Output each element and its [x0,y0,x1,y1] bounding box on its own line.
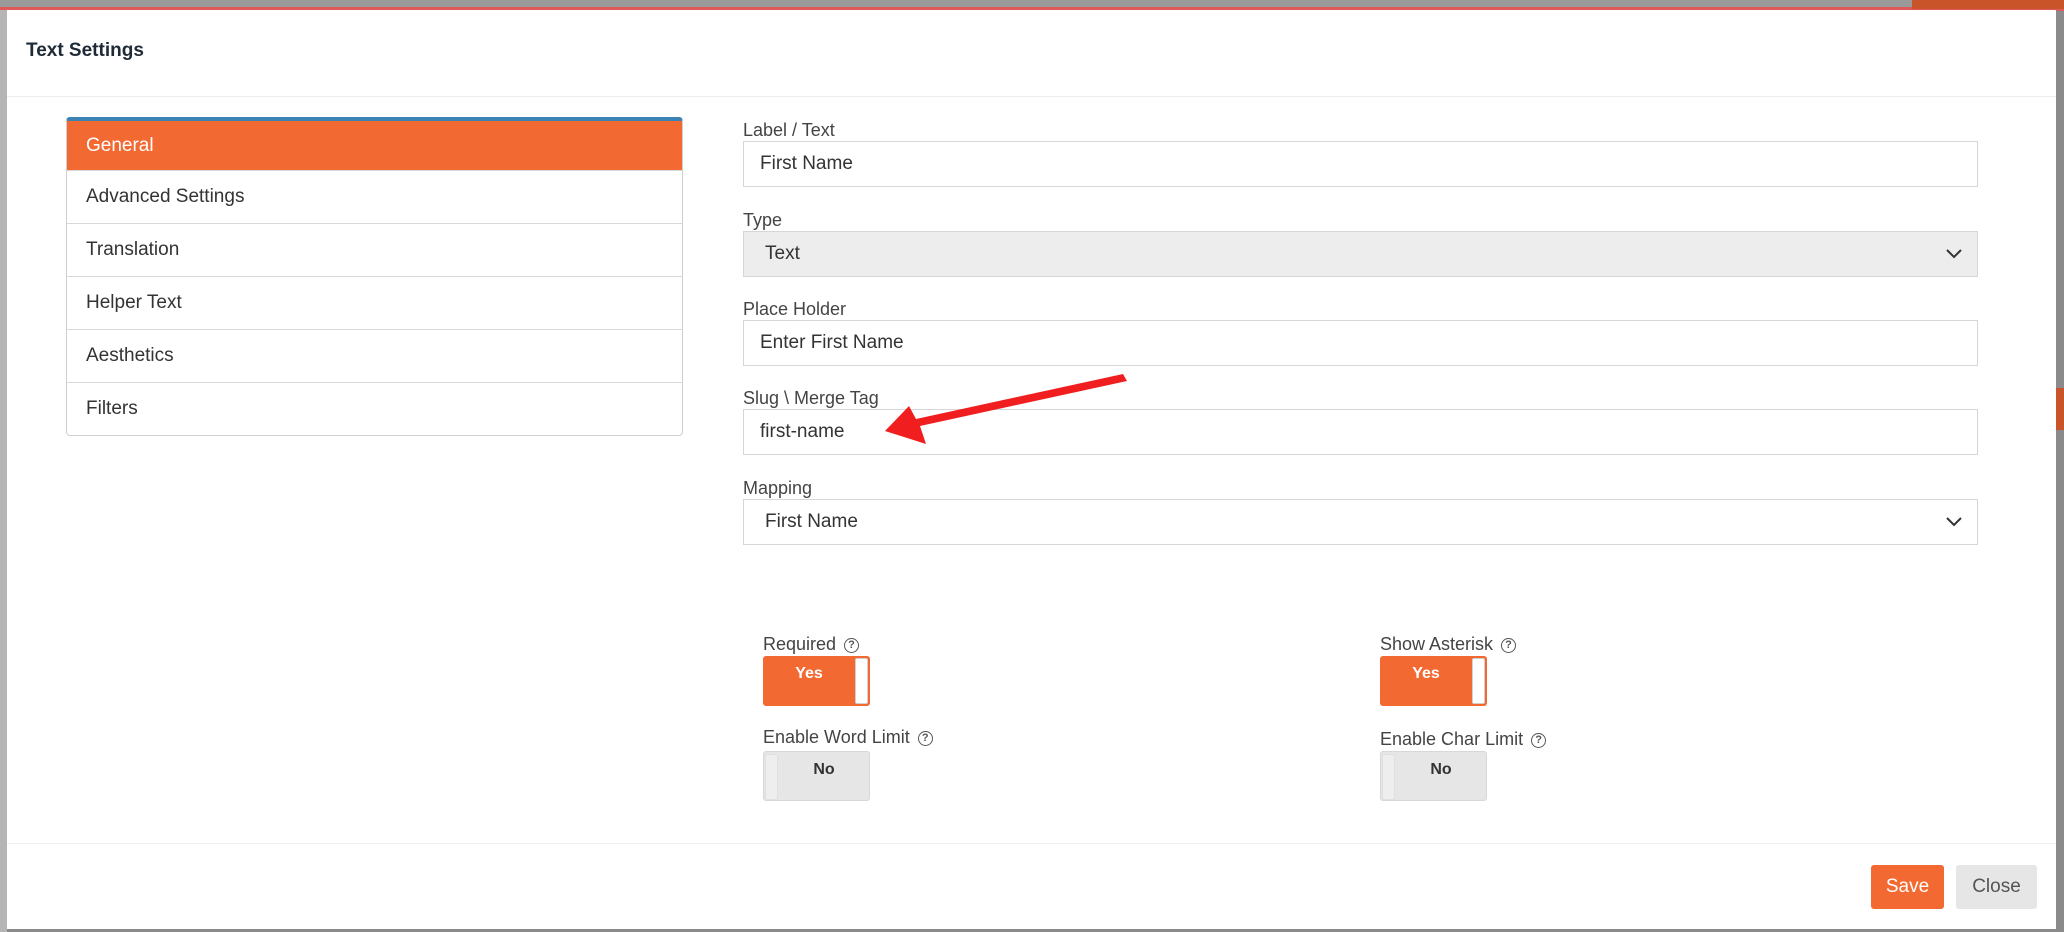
save-button[interactable]: Save [1871,865,1944,909]
placeholder-input[interactable]: Enter First Name [743,320,1978,366]
toggle-knob [1382,754,1395,800]
chevron-down-icon [1946,249,1962,259]
label-text-input[interactable]: First Name [743,141,1978,187]
background-orange-edge [2056,388,2064,430]
toggle-knob [765,754,778,800]
char-limit-toggle-value: No [1430,761,1452,778]
word-limit-toggle[interactable]: No [763,751,870,801]
required-toggle[interactable]: Yes [763,656,870,706]
word-limit-label-text: Enable Word Limit [763,727,910,747]
type-select[interactable]: Text [743,231,1978,277]
label-text-label: Label / Text [743,120,835,140]
char-limit-label-text: Enable Char Limit [1380,729,1524,749]
background-left-strip [0,10,7,932]
required-label: Required? [763,634,860,655]
modal-title: Text Settings [26,40,144,61]
chevron-down-icon [1946,517,1962,527]
show-asterisk-toggle[interactable]: Yes [1380,656,1487,706]
question-circle-icon[interactable]: ? [917,731,933,746]
word-limit-toggle-value: No [813,761,835,778]
modal-header: Text Settings [7,10,2056,97]
slug-input[interactable]: first-name [743,409,1978,455]
question-circle-icon[interactable]: ? [844,638,860,653]
close-button[interactable]: Close [1956,865,2037,909]
show-asterisk-label-text: Show Asterisk [1380,634,1494,654]
mapping-select[interactable]: First Name [743,499,1978,545]
tab-aesthetics[interactable]: Aesthetics [67,329,682,382]
settings-tabs: General Advanced Settings Translation He… [66,117,683,436]
char-limit-toggle[interactable]: No [1380,751,1487,801]
mapping-label: Mapping [743,478,813,498]
required-label-text: Required [763,634,837,654]
show-asterisk-label: Show Asterisk? [1380,634,1517,655]
mapping-select-value: First Name [765,511,858,532]
toggle-knob [1472,658,1485,704]
tab-translation[interactable]: Translation [67,223,682,276]
required-toggle-value: Yes [795,665,823,682]
modal-footer [7,843,2056,929]
text-settings-modal: Text Settings General Advanced Settings … [7,10,2056,929]
slug-label: Slug \ Merge Tag [743,388,879,408]
show-asterisk-toggle-value: Yes [1412,665,1440,682]
char-limit-label: Enable Char Limit? [1380,729,1547,750]
type-select-value: Text [765,243,800,264]
type-label: Type [743,210,783,230]
question-circle-icon[interactable]: ? [1531,733,1547,748]
tab-filters[interactable]: Filters [67,382,682,435]
question-circle-icon[interactable]: ? [1501,638,1517,653]
tab-advanced-settings[interactable]: Advanced Settings [67,170,682,223]
word-limit-label: Enable Word Limit? [763,727,933,748]
placeholder-label: Place Holder [743,299,847,319]
tab-general[interactable]: General [67,121,682,170]
toggle-knob [855,658,868,704]
background-orange-button [1912,0,2064,9]
tab-helper-text[interactable]: Helper Text [67,276,682,329]
